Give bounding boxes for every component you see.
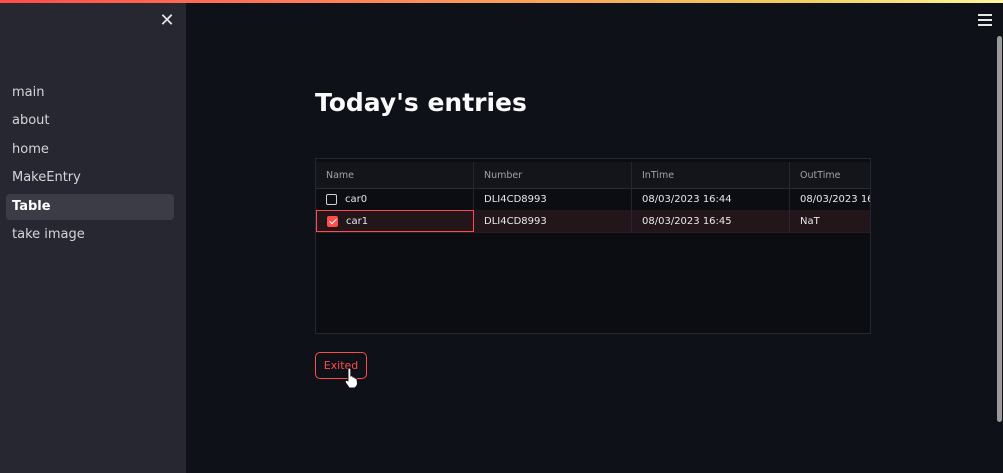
table-cell-outtime[interactable]: 08/03/2023 16:4 (790, 188, 870, 210)
top-gradient-bar (0, 0, 1003, 3)
sidebar-item-makeentry[interactable]: MakeEntry (6, 165, 174, 191)
sidebar-item-take-image[interactable]: take image (6, 222, 174, 248)
sidebar-item-about[interactable]: about (6, 108, 174, 134)
sidebar-item-main[interactable]: main (6, 80, 174, 106)
table-cell-name[interactable]: car0 (316, 188, 474, 210)
column-header-number[interactable]: Number (474, 162, 632, 188)
hand-pointer-cursor-icon (344, 368, 358, 388)
table-row[interactable]: car0 DLI4CD8993 08/03/2023 16:44 08/03/2… (316, 188, 870, 211)
close-icon[interactable]: ✕ (158, 12, 176, 30)
column-header-outtime[interactable]: OutTime (790, 162, 870, 188)
column-header-intime[interactable]: InTime (632, 162, 790, 188)
sidebar: ✕ main about home MakeEntry Table take i… (0, 0, 186, 473)
sidebar-item-table[interactable]: Table (6, 193, 174, 220)
hamburger-menu-icon[interactable] (978, 14, 992, 26)
table-cell-intime[interactable]: 08/03/2023 16:44 (632, 188, 790, 210)
table-row-selected[interactable]: car1 DLI4CD8993 08/03/2023 16:45 NaT (316, 210, 870, 233)
table-cell-number[interactable]: DLI4CD8993 (474, 210, 632, 232)
table-cell-outtime[interactable]: NaT (790, 210, 870, 232)
scrollbar[interactable] (997, 36, 1002, 422)
row-select-checkbox[interactable] (326, 193, 337, 205)
entries-table: Name Number InTime OutTime car0 DLI4CD89… (315, 158, 871, 334)
table-header-row: Name Number InTime OutTime (316, 162, 870, 189)
table-cell-intime[interactable]: 08/03/2023 16:45 (632, 210, 790, 232)
table-cell-number[interactable]: DLI4CD8993 (474, 188, 632, 210)
page-title: Today's entries (315, 88, 527, 117)
column-header-name[interactable]: Name (316, 162, 474, 188)
sidebar-nav: main about home MakeEntry Table take ima… (6, 80, 174, 250)
exited-button[interactable]: Exited (315, 352, 367, 379)
table-cell-name[interactable]: car1 (316, 210, 474, 232)
row-select-checkbox-checked[interactable] (327, 215, 338, 227)
cell-text: car0 (345, 193, 368, 205)
sidebar-item-home[interactable]: home (6, 137, 174, 163)
cell-text: car1 (346, 215, 369, 227)
